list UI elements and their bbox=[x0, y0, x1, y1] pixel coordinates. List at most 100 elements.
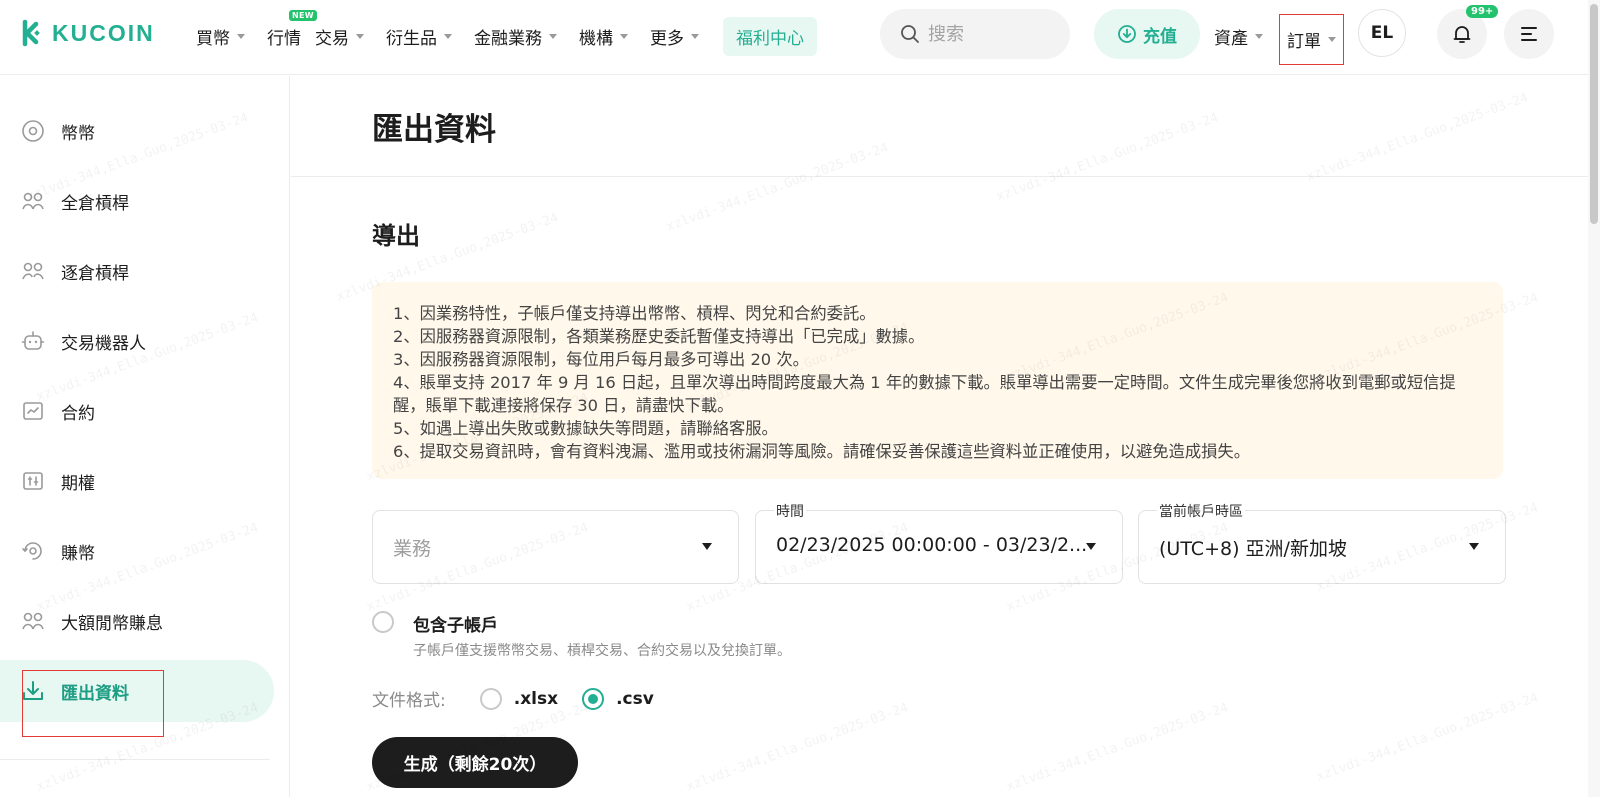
avatar[interactable]: EL bbox=[1358, 9, 1406, 57]
assets-menu[interactable]: 資產 bbox=[1214, 24, 1263, 49]
include-subaccount-label: 包含子帳戶 bbox=[413, 616, 498, 636]
section-title: 導出 bbox=[372, 222, 420, 250]
csv-radio[interactable] bbox=[582, 687, 605, 710]
sidebar-item-export-data[interactable]: 匯出資料 bbox=[0, 660, 274, 722]
assets-label: 資產 bbox=[1214, 29, 1248, 49]
search-icon bbox=[901, 25, 919, 43]
nav-finance[interactable]: 金融業務 bbox=[474, 24, 557, 49]
nav-label: 買幣 bbox=[196, 28, 230, 49]
menu-icon bbox=[1521, 27, 1537, 41]
chevron-down-icon bbox=[444, 33, 452, 39]
options-icon bbox=[23, 472, 43, 490]
include-subaccount-hint: 子帳戶僅支援幣幣交易、槓桿交易、合約交易以及兌換訂單。 bbox=[413, 643, 791, 659]
chevron-down-icon bbox=[549, 33, 557, 39]
sidebar-item-options[interactable]: 期權 bbox=[0, 450, 274, 512]
format-option-csv[interactable]: .csv bbox=[582, 687, 654, 710]
scrollbar-thumb[interactable] bbox=[1590, 4, 1598, 224]
sidebar-item-label: 匯出資料 bbox=[61, 683, 129, 704]
lending-icon bbox=[22, 612, 44, 630]
chevron-down-icon bbox=[620, 33, 628, 39]
notice-line: 5、如遇上導出失敗或數據缺失等問題，請聯絡客服。 bbox=[393, 419, 778, 438]
chevron-down-icon bbox=[691, 33, 699, 39]
sidebar-item-trading-bot[interactable]: 交易機器人 bbox=[0, 310, 274, 372]
nav-label: 衍生品 bbox=[386, 28, 437, 49]
sidebar-item-futures[interactable]: 合約 bbox=[0, 380, 274, 442]
time-range-value: 02/23/2025 00:00:00 - 03/23/2... bbox=[776, 534, 1088, 556]
download-icon bbox=[23, 681, 43, 700]
chevron-down-icon bbox=[1328, 37, 1336, 42]
sidebar-item-lending[interactable]: 大額閒幣賺息 bbox=[0, 590, 274, 652]
earn-icon bbox=[22, 542, 42, 560]
deposit-button[interactable]: 充值 bbox=[1094, 9, 1200, 59]
main-content: 匯出資料 導出 1、因業務特性，子帳戶僅支持導出幣幣、槓桿、閃兌和合約委託。 2… bbox=[291, 76, 1588, 797]
sidebar-item-label: 逐倉槓桿 bbox=[61, 263, 129, 284]
nav-label: 更多 bbox=[650, 28, 684, 49]
chevron-down-icon bbox=[237, 33, 245, 39]
sidebar: 幣幣 全倉槓桿 逐倉槓桿 交易機器人 合約 期權 賺幣 大額閒幣賺息 匯出資料 bbox=[0, 76, 290, 797]
timezone-label: 當前帳戶時區 bbox=[1157, 501, 1245, 521]
nav-label: 交易 bbox=[315, 28, 349, 49]
business-select[interactable]: 業務 bbox=[372, 510, 739, 584]
search-input[interactable] bbox=[928, 23, 1048, 45]
sidebar-item-label: 交易機器人 bbox=[61, 333, 146, 354]
isolated-margin-icon bbox=[22, 262, 44, 280]
orders-label: 訂單 bbox=[1287, 32, 1321, 52]
notice-line: 2、因服務器資源限制，各類業務歷史委託暫僅支持導出「已完成」數據。 bbox=[393, 327, 925, 346]
notice-line: 4、賬單支持 2017 年 9 月 16 日起，且單次導出時間跨度最大為 1 年… bbox=[393, 373, 1456, 415]
page-scrollbar[interactable] bbox=[1588, 0, 1600, 797]
kucoin-logo-text: KUCOIN bbox=[52, 19, 155, 46]
sidebar-item-label: 全倉槓桿 bbox=[61, 193, 129, 214]
business-placeholder: 業務 bbox=[393, 538, 432, 560]
kucoin-logo[interactable]: KUCOIN bbox=[16, 19, 155, 47]
search-box[interactable] bbox=[880, 9, 1070, 59]
file-format-label: 文件格式: bbox=[372, 691, 446, 711]
download-icon bbox=[1118, 25, 1136, 43]
time-range-select[interactable]: 時間 02/23/2025 00:00:00 - 03/23/2... bbox=[755, 501, 1123, 584]
sidebar-item-label: 大額閒幣賺息 bbox=[61, 613, 163, 634]
caret-down-icon bbox=[1469, 543, 1479, 550]
sidebar-item-cross-margin[interactable]: 全倉槓桿 bbox=[0, 170, 274, 232]
xlsx-label: .xlsx bbox=[513, 688, 559, 709]
nav-more[interactable]: 更多 bbox=[650, 24, 699, 49]
timezone-select[interactable]: 當前帳戶時區 (UTC+8) 亞洲/新加坡 bbox=[1138, 501, 1506, 584]
sidebar-item-isolated-margin[interactable]: 逐倉槓桿 bbox=[0, 240, 274, 302]
nav-institutional[interactable]: 機構 bbox=[579, 24, 628, 49]
sidebar-item-spot[interactable]: 幣幣 bbox=[0, 100, 274, 162]
sidebar-item-label: 期權 bbox=[61, 473, 95, 494]
xlsx-radio[interactable] bbox=[479, 687, 502, 710]
include-subaccount-radio[interactable] bbox=[372, 611, 394, 633]
time-label: 時間 bbox=[774, 501, 806, 521]
bell-icon bbox=[1453, 26, 1471, 43]
generate-button[interactable]: 生成（剩餘20次） bbox=[372, 737, 578, 788]
top-header: KUCOIN 買幣 行情 NEW 交易 衍生品 金融業務 機構 更多 福利中心 bbox=[0, 0, 1588, 75]
caret-down-icon bbox=[702, 543, 712, 550]
sidebar-item-earn[interactable]: 賺幣 bbox=[0, 520, 274, 582]
notification-count-badge: 99+ bbox=[1466, 5, 1499, 18]
nav-markets[interactable]: 行情 NEW bbox=[267, 9, 317, 49]
nav-trade[interactable]: 交易 bbox=[315, 24, 364, 49]
nav-label: 金融業務 bbox=[474, 28, 542, 49]
title-divider bbox=[291, 176, 1588, 177]
orders-menu[interactable]: 訂單 bbox=[1279, 14, 1344, 65]
cross-margin-icon bbox=[22, 192, 44, 210]
file-format-group: 文件格式: .xlsx .csv bbox=[372, 686, 678, 711]
nav-label: 行情 bbox=[267, 28, 301, 49]
welfare-center-button[interactable]: 福利中心 bbox=[723, 16, 817, 56]
nav-derivatives[interactable]: 衍生品 bbox=[386, 24, 452, 49]
sidebar-item-label: 幣幣 bbox=[61, 123, 95, 144]
menu-button[interactable] bbox=[1504, 9, 1554, 59]
notice-line: 6、提取交易資訊時，會有資料洩漏、濫用或技術漏洞等風險。請確保妥善保護這些資料並… bbox=[393, 442, 1250, 461]
nav-label: 機構 bbox=[579, 28, 613, 49]
notice-line: 1、因業務特性，子帳戶僅支持導出幣幣、槓桿、閃兌和合約委託。 bbox=[393, 304, 876, 323]
csv-label: .csv bbox=[616, 688, 654, 709]
page-title: 匯出資料 bbox=[372, 112, 496, 148]
sidebar-item-label: 賺幣 bbox=[61, 543, 95, 564]
deposit-label: 充值 bbox=[1143, 26, 1177, 47]
export-notice: 1、因業務特性，子帳戶僅支持導出幣幣、槓桿、閃兌和合約委託。 2、因服務器資源限… bbox=[372, 282, 1503, 479]
nav-buy-crypto[interactable]: 買幣 bbox=[196, 24, 245, 49]
kucoin-logo-icon bbox=[22, 19, 40, 47]
chevron-down-icon bbox=[356, 33, 364, 39]
notifications-button[interactable]: 99+ bbox=[1437, 5, 1499, 59]
format-option-xlsx[interactable]: .xlsx bbox=[479, 687, 559, 710]
notice-line: 3、因服務器資源限制，每位用戶每月最多可導出 20 次。 bbox=[393, 350, 809, 369]
